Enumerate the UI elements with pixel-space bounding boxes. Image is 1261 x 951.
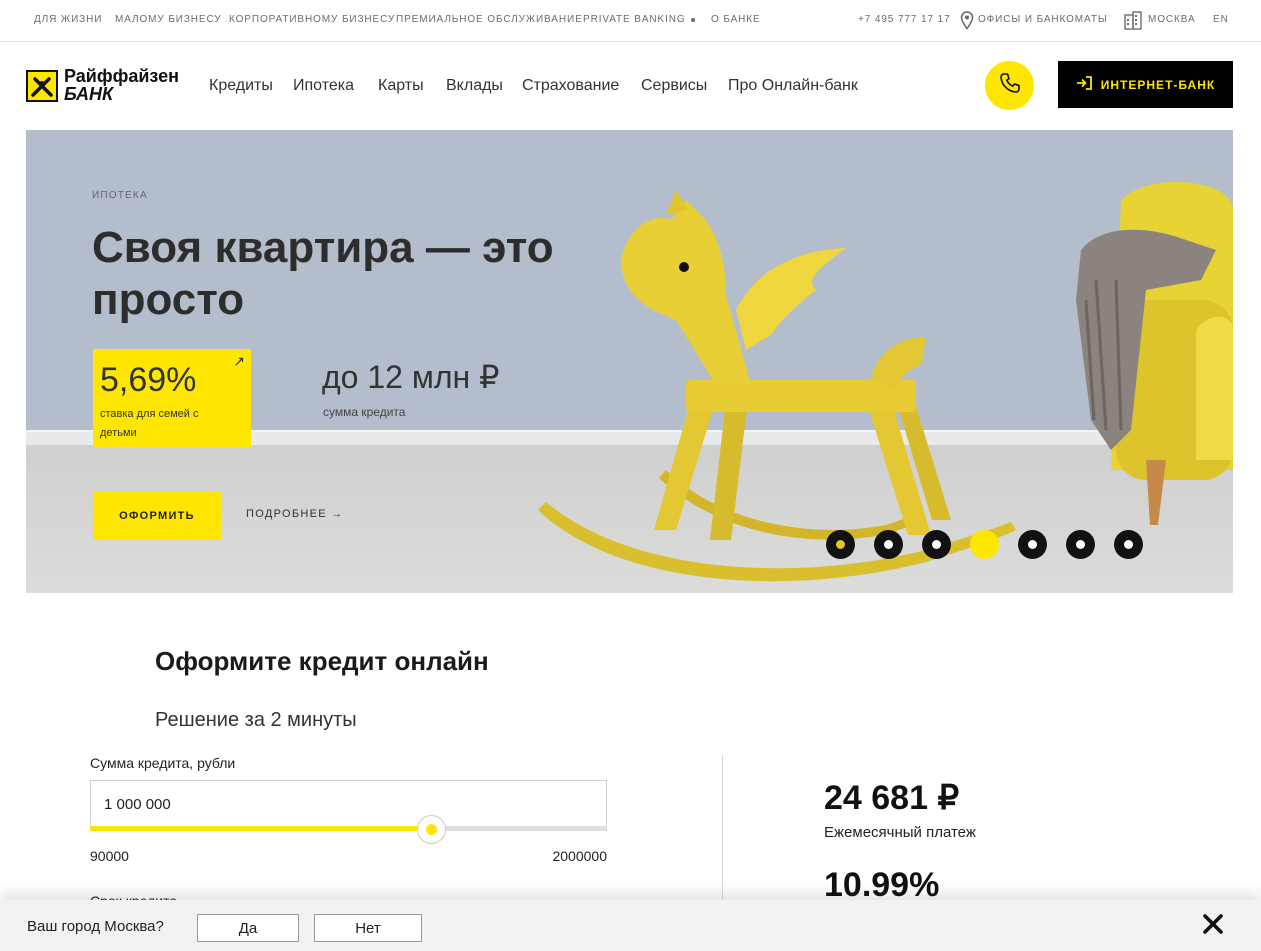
slider-min-value: 90000 <box>90 848 129 864</box>
city-yes-button[interactable]: Да <box>197 914 299 942</box>
apply-button[interactable]: ОФОРМИТЬ <box>93 492 221 540</box>
city-no-button[interactable]: Нет <box>314 914 422 942</box>
hero-title: Своя квартира — это просто <box>92 223 554 324</box>
phone-icon <box>999 72 1021 99</box>
calculator-title: Оформите кредит онлайн <box>155 646 489 676</box>
slide-dot-3[interactable] <box>922 530 951 559</box>
slide-dot-7[interactable] <box>1114 530 1143 559</box>
city-confirm-bar: Ваш город Москва? Да Нет <box>0 900 1261 951</box>
login-icon <box>1076 76 1092 93</box>
hero-banner: ИПОТЕКА Своя квартира — это просто 5,69%… <box>26 130 1233 593</box>
loan-amount-slider-thumb[interactable] <box>417 815 446 844</box>
topbar-city-selector[interactable]: МОСКВА <box>1148 14 1196 25</box>
city-question: Ваш город Москва? <box>27 918 164 935</box>
topbar-link-premium[interactable]: ПРЕМИАЛЬНОЕ ОБСЛУЖИВАНИЕ <box>396 14 583 25</box>
nav-item-insurance[interactable]: Страхование <box>522 77 619 95</box>
topbar-link-personal[interactable]: ДЛЯ ЖИЗНИ <box>34 14 102 25</box>
nav-item-mortgage[interactable]: Ипотека <box>293 77 354 95</box>
loan-amount-slider-fill <box>90 826 431 831</box>
monthly-payment-value: 24 681 ₽ <box>824 779 960 817</box>
topbar-separator-dot <box>691 18 695 22</box>
internet-bank-label: ИНТЕРНЕТ-БАНК <box>1100 77 1216 92</box>
slide-dot-2[interactable] <box>874 530 903 559</box>
call-button[interactable] <box>985 61 1034 110</box>
topbar-link-small-business[interactable]: МАЛОМУ БИЗНЕСУ <box>115 14 222 25</box>
building-icon <box>1124 11 1142 35</box>
logo-bank: БАНК <box>64 84 114 104</box>
top-utility-bar: ДЛЯ ЖИЗНИ МАЛОМУ БИЗНЕСУ КОРПОРАТИВНОМУ … <box>0 0 1261 42</box>
rate-value: 5,69% <box>100 361 197 399</box>
logo-text: Райффайзен БАНК <box>64 67 179 103</box>
topbar-language-switch[interactable]: EN <box>1213 14 1229 25</box>
nav-item-cards[interactable]: Карты <box>378 77 424 95</box>
logo-name: Райффайзен <box>64 66 180 86</box>
slide-dot-5[interactable] <box>1018 530 1047 559</box>
loan-amount-value: до 12 млн ₽ <box>322 359 500 395</box>
topbar-link-about[interactable]: О БАНКЕ <box>711 14 761 25</box>
nav-item-loans[interactable]: Кредиты <box>209 77 273 95</box>
loan-amount-label: сумма кредита <box>323 405 406 419</box>
slide-dot-4-active[interactable] <box>970 530 999 559</box>
topbar-link-private-banking[interactable]: PRIVATE BANKING <box>583 14 686 25</box>
slider-pagination <box>826 530 1166 560</box>
calculator-subtitle: Решение за 2 минуты <box>155 709 357 731</box>
slide-dot-6[interactable] <box>1066 530 1095 559</box>
raiffeisen-logo[interactable]: Райффайзен БАНК <box>26 67 186 107</box>
nav-item-deposits[interactable]: Вклады <box>446 77 503 95</box>
rate-promo-card[interactable]: 5,69% ↗ ставка для семей с детьми <box>93 349 251 447</box>
calculator-divider <box>722 755 723 915</box>
slide-dot-1[interactable] <box>826 530 855 559</box>
close-icon[interactable] <box>1201 912 1225 936</box>
hero-breadcrumb[interactable]: ИПОТЕКА <box>92 190 148 201</box>
nav-item-online-bank[interactable]: Про Онлайн-банк <box>728 77 858 95</box>
monthly-payment-label: Ежемесячный платеж <box>824 824 976 841</box>
more-details-link[interactable]: ПОДРОБНЕЕ → <box>246 508 344 520</box>
logo-mark-icon <box>26 70 58 102</box>
slider-max-value: 2000000 <box>552 848 607 864</box>
topbar-offices-link[interactable]: ОФИСЫ И БАНКОМАТЫ <box>978 14 1108 25</box>
rate-label: ставка для семей с детьми <box>100 408 199 439</box>
nav-item-services[interactable]: Сервисы <box>641 77 707 95</box>
arrow-up-right-icon: ↗ <box>233 353 245 369</box>
topbar-link-corporate[interactable]: КОРПОРАТИВНОМУ БИЗНЕСУ <box>229 14 395 25</box>
topbar-phone[interactable]: +7 495 777 17 17 <box>858 14 951 25</box>
map-pin-icon <box>960 11 974 35</box>
internet-bank-button[interactable]: ИНТЕРНЕТ-БАНК <box>1058 61 1233 108</box>
loan-amount-slider-track[interactable] <box>90 826 607 831</box>
loan-amount-input[interactable] <box>90 780 607 828</box>
loan-amount-field-label: Сумма кредита, рубли <box>90 755 236 771</box>
